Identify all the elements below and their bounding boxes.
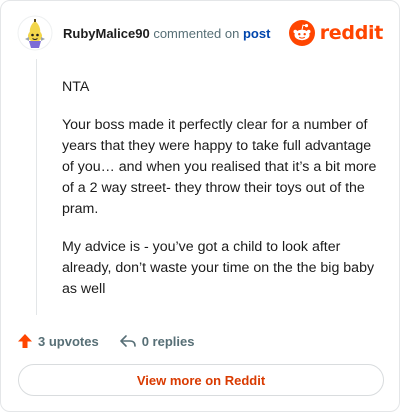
reddit-logo[interactable]: reddit (288, 19, 384, 47)
upvote-button[interactable]: 3 upvotes (17, 333, 99, 349)
comment-paragraph: Your boss made it perfectly clear for a … (62, 117, 377, 217)
comment-header: RubyMalice90 commented on post reddit (17, 15, 383, 55)
comment-paragraph: NTA (62, 79, 90, 95)
username-link[interactable]: RubyMalice90 (63, 26, 150, 41)
view-more-button[interactable]: View more on Reddit (18, 364, 384, 396)
comment-actions: 3 upvotes 0 replies (17, 330, 194, 352)
reply-arrow-icon (119, 335, 136, 347)
comment-embed-card: RubyMalice90 commented on post reddit NT… (0, 0, 400, 412)
snoo-icon (288, 20, 315, 46)
action-text: commented on (153, 26, 240, 41)
post-link[interactable]: post (243, 26, 270, 41)
upvote-arrow-icon (18, 334, 32, 348)
reply-button[interactable]: 0 replies (119, 333, 195, 349)
thread-line (36, 59, 37, 315)
comment-byline: RubyMalice90 commented on post (63, 26, 270, 41)
comment-body: NTA Your boss made it perfectly clear fo… (62, 77, 382, 317)
avatar[interactable] (17, 15, 53, 51)
upvote-count: 3 upvotes (38, 333, 99, 349)
reply-count: 0 replies (141, 333, 195, 349)
comment-paragraph: My advice is - you’ve got a child to loo… (62, 239, 375, 297)
reddit-wordmark: reddit (319, 22, 384, 44)
